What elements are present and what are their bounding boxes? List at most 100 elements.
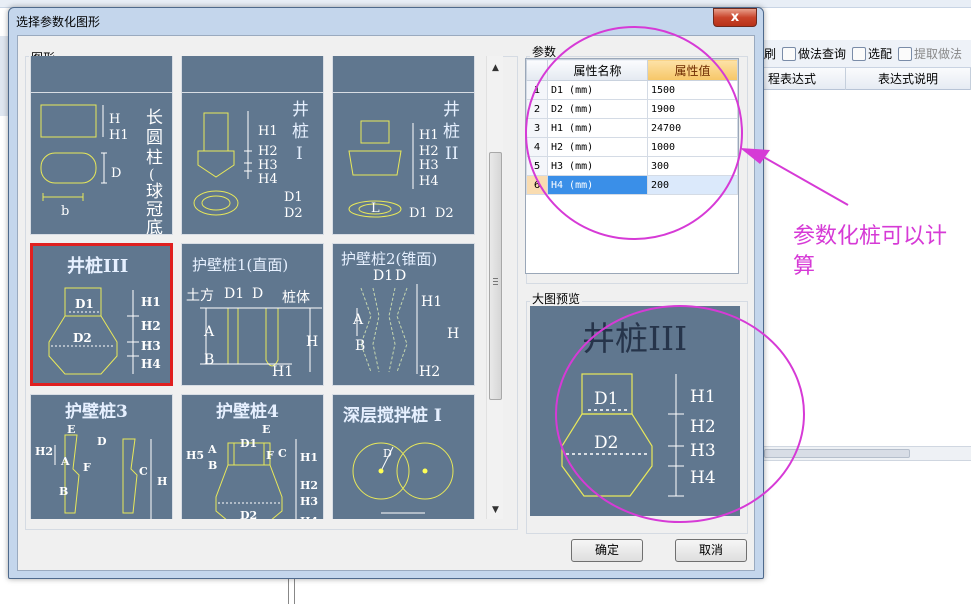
svg-text:护壁桩1(直面): 护壁桩1(直面) — [192, 256, 288, 274]
svg-text:L: L — [371, 201, 380, 216]
figure-gallery[interactable]: H H1 D b 长 圆 柱 ( 球 冠 底 H1 H2 H3 H4 D1 D2… — [30, 56, 486, 519]
param-name-cell[interactable]: H2 (mm) — [547, 137, 648, 157]
params-row[interactable]: 3 H1 (mm) 24700 — [526, 118, 738, 138]
grid-header-expression[interactable]: 程表达式 — [764, 68, 846, 90]
svg-text:井: 井 — [443, 100, 460, 120]
svg-text:I: I — [296, 144, 303, 164]
param-value-cell[interactable]: 200 — [647, 175, 738, 195]
grid-horizontal-scrollbar[interactable] — [764, 446, 971, 460]
params-table: 属性名称 属性值 1 D1 (mm) 1500 2 D2 (mm) 1900 3… — [526, 59, 738, 195]
scrollbar-grip-icon — [493, 278, 498, 285]
svg-text:H4: H4 — [419, 174, 439, 189]
params-name-header[interactable]: 属性名称 — [547, 59, 648, 81]
svg-text:D: D — [97, 435, 107, 448]
figure-tile-retaining-pile-1[interactable]: 土方 D1 D 桩体 A B H H1 护壁桩1(直面) — [181, 243, 324, 386]
param-name-cell[interactable]: H1 (mm) — [547, 118, 648, 138]
params-row[interactable]: 5 H3 (mm) 300 — [526, 156, 738, 176]
params-row[interactable]: 1 D1 (mm) 1500 — [526, 80, 738, 100]
svg-text:H1: H1 — [421, 294, 442, 310]
preview-label-h3: H3 — [690, 441, 716, 461]
param-name-cell[interactable]: D2 (mm) — [547, 99, 648, 119]
svg-text:土方: 土方 — [186, 288, 214, 304]
grid-header-description[interactable]: 表达式说明 — [846, 68, 971, 90]
figure-gallery-scrollbar[interactable]: ▲ ▼ — [486, 56, 503, 519]
svg-text:H3: H3 — [141, 339, 161, 353]
svg-text:B: B — [355, 338, 365, 354]
svg-text:护壁桩4: 护壁桩4 — [216, 401, 279, 422]
svg-text:D: D — [395, 268, 406, 284]
svg-text:桩体: 桩体 — [282, 289, 310, 306]
large-preview-image: D1 D2 H1 H2 H3 H4 井桩III — [530, 306, 740, 516]
figure-tile-retaining-pile-3[interactable]: E D H2 A F B C H 护壁桩3 — [30, 394, 173, 519]
figure-tile-well-pile-1[interactable]: H1 H2 H3 H4 D1 D2 井 桩 I — [181, 92, 324, 235]
figure-tile-deep-mixing-pile-1[interactable]: D 深层搅拌桩 I — [332, 394, 475, 519]
close-button[interactable]: x — [713, 8, 757, 27]
params-row[interactable]: 4 H2 (mm) 1000 — [526, 137, 738, 157]
preview-label-d2: D2 — [594, 433, 618, 453]
close-icon: x — [730, 10, 740, 25]
scroll-up-arrow-icon[interactable]: ▲ — [487, 60, 504, 77]
dialog-titlebar[interactable]: 选择参数化图形 x — [9, 8, 763, 34]
svg-text:D2: D2 — [435, 206, 454, 221]
preview-label-h1: H1 — [690, 387, 716, 407]
ok-button[interactable]: 确定 — [571, 539, 643, 562]
scrollbar-thumb[interactable] — [489, 152, 502, 400]
svg-text:H2: H2 — [419, 364, 440, 380]
svg-text:F: F — [83, 461, 91, 474]
svg-text:H2: H2 — [35, 445, 53, 458]
scrollbar-thumb[interactable] — [764, 449, 910, 458]
svg-text:D2: D2 — [240, 509, 257, 519]
svg-text:柱: 柱 — [146, 148, 163, 168]
params-row[interactable]: 2 D2 (mm) 1900 — [526, 99, 738, 119]
divider — [294, 578, 295, 604]
param-value-cell[interactable]: 300 — [647, 156, 738, 176]
params-index-header — [526, 59, 548, 81]
row-index: 6 — [526, 175, 548, 195]
figure-tile-retaining-pile-2[interactable]: D1 D A B H1 H H2 护壁桩2(锥面) — [332, 243, 475, 386]
svg-text:H4: H4 — [141, 357, 161, 371]
svg-text:H1: H1 — [300, 451, 318, 464]
cancel-button[interactable]: 取消 — [675, 539, 747, 562]
divider — [288, 578, 289, 604]
svg-text:桩: 桩 — [443, 122, 460, 142]
figure-tile-retaining-pile-4[interactable]: E D1 H5 A B F C H1 H2 H3 H4 D2 护壁桩4 — [181, 394, 324, 519]
figure-tile-well-pile-2[interactable]: H1 H2 H3 H4 L D1 D2 井 桩 II — [332, 92, 475, 235]
scroll-down-arrow-icon[interactable]: ▼ — [487, 502, 504, 519]
svg-text:E: E — [262, 423, 270, 436]
svg-text:A: A — [203, 324, 215, 340]
svg-text:B: B — [59, 485, 68, 498]
svg-text:E: E — [67, 423, 75, 436]
param-value-cell[interactable]: 1500 — [647, 80, 738, 100]
preview-label-h2: H2 — [690, 417, 716, 437]
svg-text:D1: D1 — [284, 190, 303, 205]
svg-text:底: 底 — [146, 218, 163, 235]
toolbar-refresh[interactable]: 刷 — [764, 45, 776, 62]
params-row-selected[interactable]: 6 H4 (mm) 200 — [526, 175, 738, 195]
toolbar-extract[interactable]: 提取做法 — [898, 45, 962, 62]
param-name-cell[interactable]: H4 (mm) — [547, 175, 648, 195]
svg-text:井: 井 — [292, 100, 309, 120]
svg-text:B: B — [204, 352, 214, 368]
toolbar-select-config[interactable]: 选配 — [852, 45, 892, 62]
row-index: 4 — [526, 137, 548, 157]
preview-label-h4: H4 — [690, 468, 716, 488]
label-H: H — [109, 112, 120, 127]
param-name-cell[interactable]: D1 (mm) — [547, 80, 648, 100]
svg-text:H1: H1 — [258, 124, 278, 139]
param-value-cell[interactable]: 1900 — [647, 99, 738, 119]
figure-tile-well-pile-3[interactable]: D1 D2 H1 H2 H3 H4 井桩III — [30, 243, 173, 386]
params-value-header[interactable]: 属性值 — [647, 59, 738, 81]
param-value-cell[interactable]: 1000 — [647, 137, 738, 157]
select-config-icon — [852, 46, 867, 61]
figure-tile-long-round-pile[interactable]: H H1 D b 长 圆 柱 ( 球 冠 底 — [30, 92, 173, 235]
svg-text:II: II — [445, 144, 458, 164]
svg-text:深层搅拌桩 I: 深层搅拌桩 I — [343, 405, 442, 426]
document-search-icon — [782, 46, 797, 61]
svg-text:D1: D1 — [373, 268, 393, 284]
param-value-cell[interactable]: 24700 — [647, 118, 738, 138]
param-name-cell[interactable]: H3 (mm) — [547, 156, 648, 176]
annotation-text: 参数化桩可以计算 — [793, 224, 948, 279]
toolbar-method-query[interactable]: 做法查询 — [782, 45, 846, 62]
preview-label-d1: D1 — [594, 389, 618, 409]
svg-text:H3: H3 — [419, 158, 439, 173]
